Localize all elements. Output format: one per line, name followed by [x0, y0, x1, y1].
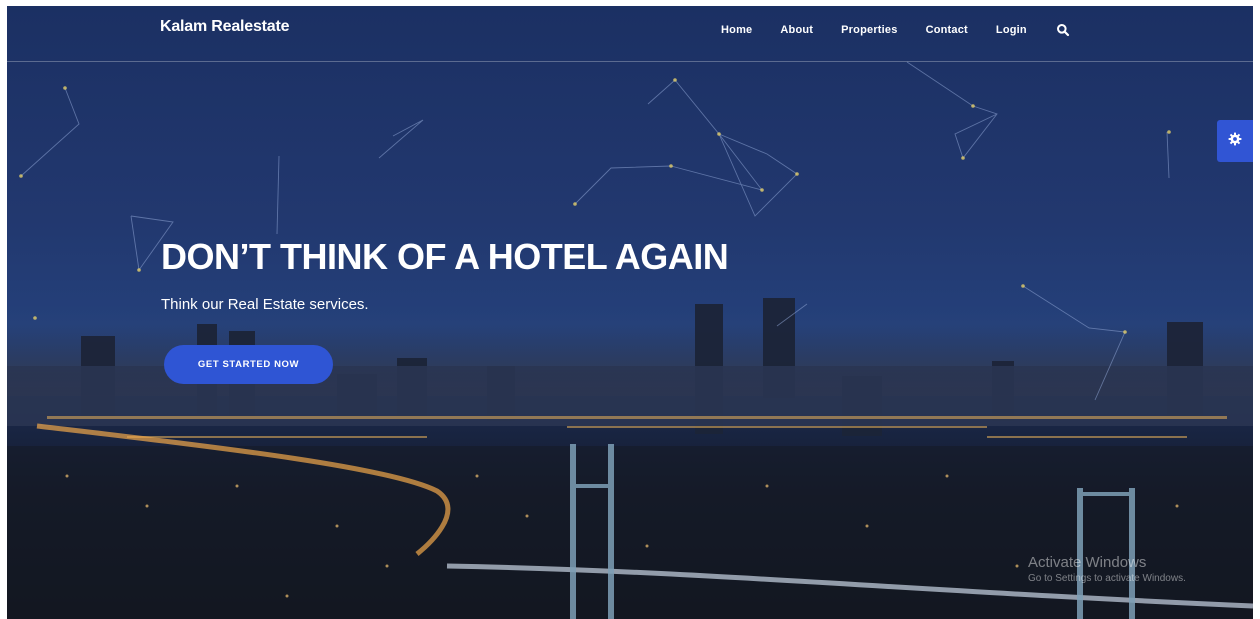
nav-link-contact[interactable]: Contact — [926, 24, 968, 36]
get-started-button[interactable]: GET STARTED NOW — [164, 345, 333, 384]
hero-title: DON’T THINK OF A HOTEL AGAIN — [161, 236, 729, 277]
activate-windows-watermark: Activate Windows Go to Settings to activ… — [1028, 554, 1186, 584]
settings-gear-button[interactable] — [1217, 120, 1253, 162]
main-nav: Home About Properties Contact Login — [721, 20, 1070, 40]
hero-section: Kalam Realestate Home About Properties C… — [7, 6, 1253, 619]
watermark-title: Activate Windows — [1028, 554, 1147, 571]
gear-icon — [1228, 132, 1242, 151]
brand-logo-link[interactable]: Kalam Realestate — [160, 18, 290, 36]
nav-link-home[interactable]: Home — [721, 24, 752, 36]
navbar: Kalam Realestate Home About Properties C… — [7, 6, 1253, 62]
watermark-subtitle: Go to Settings to activate Windows. — [1028, 573, 1186, 584]
nav-link-login[interactable]: Login — [996, 24, 1027, 36]
nav-link-properties[interactable]: Properties — [841, 24, 897, 36]
search-icon[interactable] — [1056, 23, 1070, 37]
nav-link-about[interactable]: About — [780, 24, 813, 36]
hero-subtitle: Think our Real Estate services. — [161, 296, 369, 313]
